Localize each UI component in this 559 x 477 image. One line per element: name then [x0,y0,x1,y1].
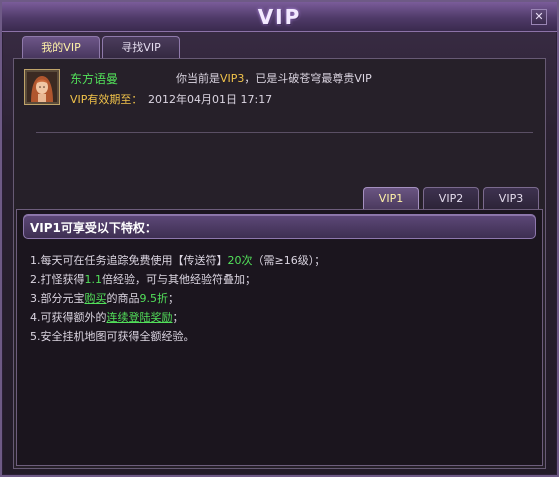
close-icon: ✕ [534,10,544,23]
benefit-text: 1.每天可在任务追踪免费使用【传送符】 [30,254,228,267]
vip-status-suffix: ，已是斗破苍穹最尊贵VIP [244,72,372,85]
benefit-item-login-reward: 4.可获得额外的连续登陆奖励； [30,308,325,327]
player-portrait-icon [27,72,57,102]
close-button[interactable]: ✕ [531,9,547,25]
vip-status-text: 你当前是VIP3，已是斗破苍穹最尊贵VIP [176,70,372,86]
benefit-text: 5.安全挂机地图可获得全额经验。 [30,330,195,343]
tab-vip2[interactable]: VIP2 [423,187,479,209]
vip-window: VIP ✕ 我的VIP 寻找VIP 东方语曼 你当前是VIP3，已是斗破苍穹最尊… [0,0,559,477]
expiry-label: VIP有效期至： [70,93,143,106]
teleport-count: 20次 [227,254,253,267]
benefit-text: ； [168,292,179,305]
benefit-text: 倍经验，可与其他经验符叠加； [102,273,256,286]
tab-find-vip[interactable]: 寻找VIP [102,36,180,58]
exp-multiplier: 1.1 [84,273,103,286]
purchase-link[interactable]: 购买 [85,292,107,305]
benefit-text: 4.可获得额外的 [30,311,107,324]
benefit-item-afk: 5.安全挂机地图可获得全额经验。 [30,327,325,346]
benefit-text: 的商品 [106,292,140,305]
benefit-item-discount: 3.部分元宝购买的商品9.5折； [30,289,325,308]
player-profile: 东方语曼 你当前是VIP3，已是斗破苍穹最尊贵VIP VIP有效期至： 2012… [24,69,534,123]
login-reward-link[interactable]: 连续登陆奖励 [107,311,173,324]
benefit-text: 3.部分元宝 [30,292,85,305]
benefits-box: VIP1可享受以下特权： 1.每天可在任务追踪免费使用【传送符】20次（需≥16… [16,209,543,466]
tab-vip3-label: VIP3 [498,192,524,205]
vip-level: VIP3 [220,72,245,85]
benefit-list: 1.每天可在任务追踪免费使用【传送符】20次（需≥16级）； 2.打怪获得1.1… [30,251,325,346]
player-name: 东方语曼 [70,72,119,86]
benefit-text: （需≥16级）； [252,254,326,267]
benefit-item-exp: 2.打怪获得1.1倍经验，可与其他经验符叠加； [30,270,325,289]
tab-my-vip-label: 我的VIP [41,41,81,54]
tab-vip1-label: VIP1 [378,192,404,205]
benefit-text: 2.打怪获得 [30,273,85,286]
window-title: VIP [257,5,302,29]
expiry-date: 2012年04月01日 17:17 [148,93,273,106]
tab-vip2-label: VIP2 [438,192,464,205]
tab-vip1[interactable]: VIP1 [363,187,419,209]
tab-my-vip[interactable]: 我的VIP [22,36,100,58]
tab-vip3[interactable]: VIP3 [483,187,539,209]
discount-value: 9.5折 [139,292,169,305]
tab-find-vip-label: 寻找VIP [121,41,161,54]
avatar [24,69,60,105]
divider [36,132,533,133]
benefit-text: ； [172,311,184,324]
benefits-header: VIP1可享受以下特权： [23,214,536,239]
vip-status-prefix: 你当前是 [176,72,220,85]
benefits-title: VIP1可享受以下特权： [30,221,157,235]
vip-panel: 东方语曼 你当前是VIP3，已是斗破苍穹最尊贵VIP VIP有效期至： 2012… [13,58,546,469]
benefit-item-teleport: 1.每天可在任务追踪免费使用【传送符】20次（需≥16级）； [30,251,325,270]
title-bar[interactable]: VIP ✕ [2,2,557,32]
